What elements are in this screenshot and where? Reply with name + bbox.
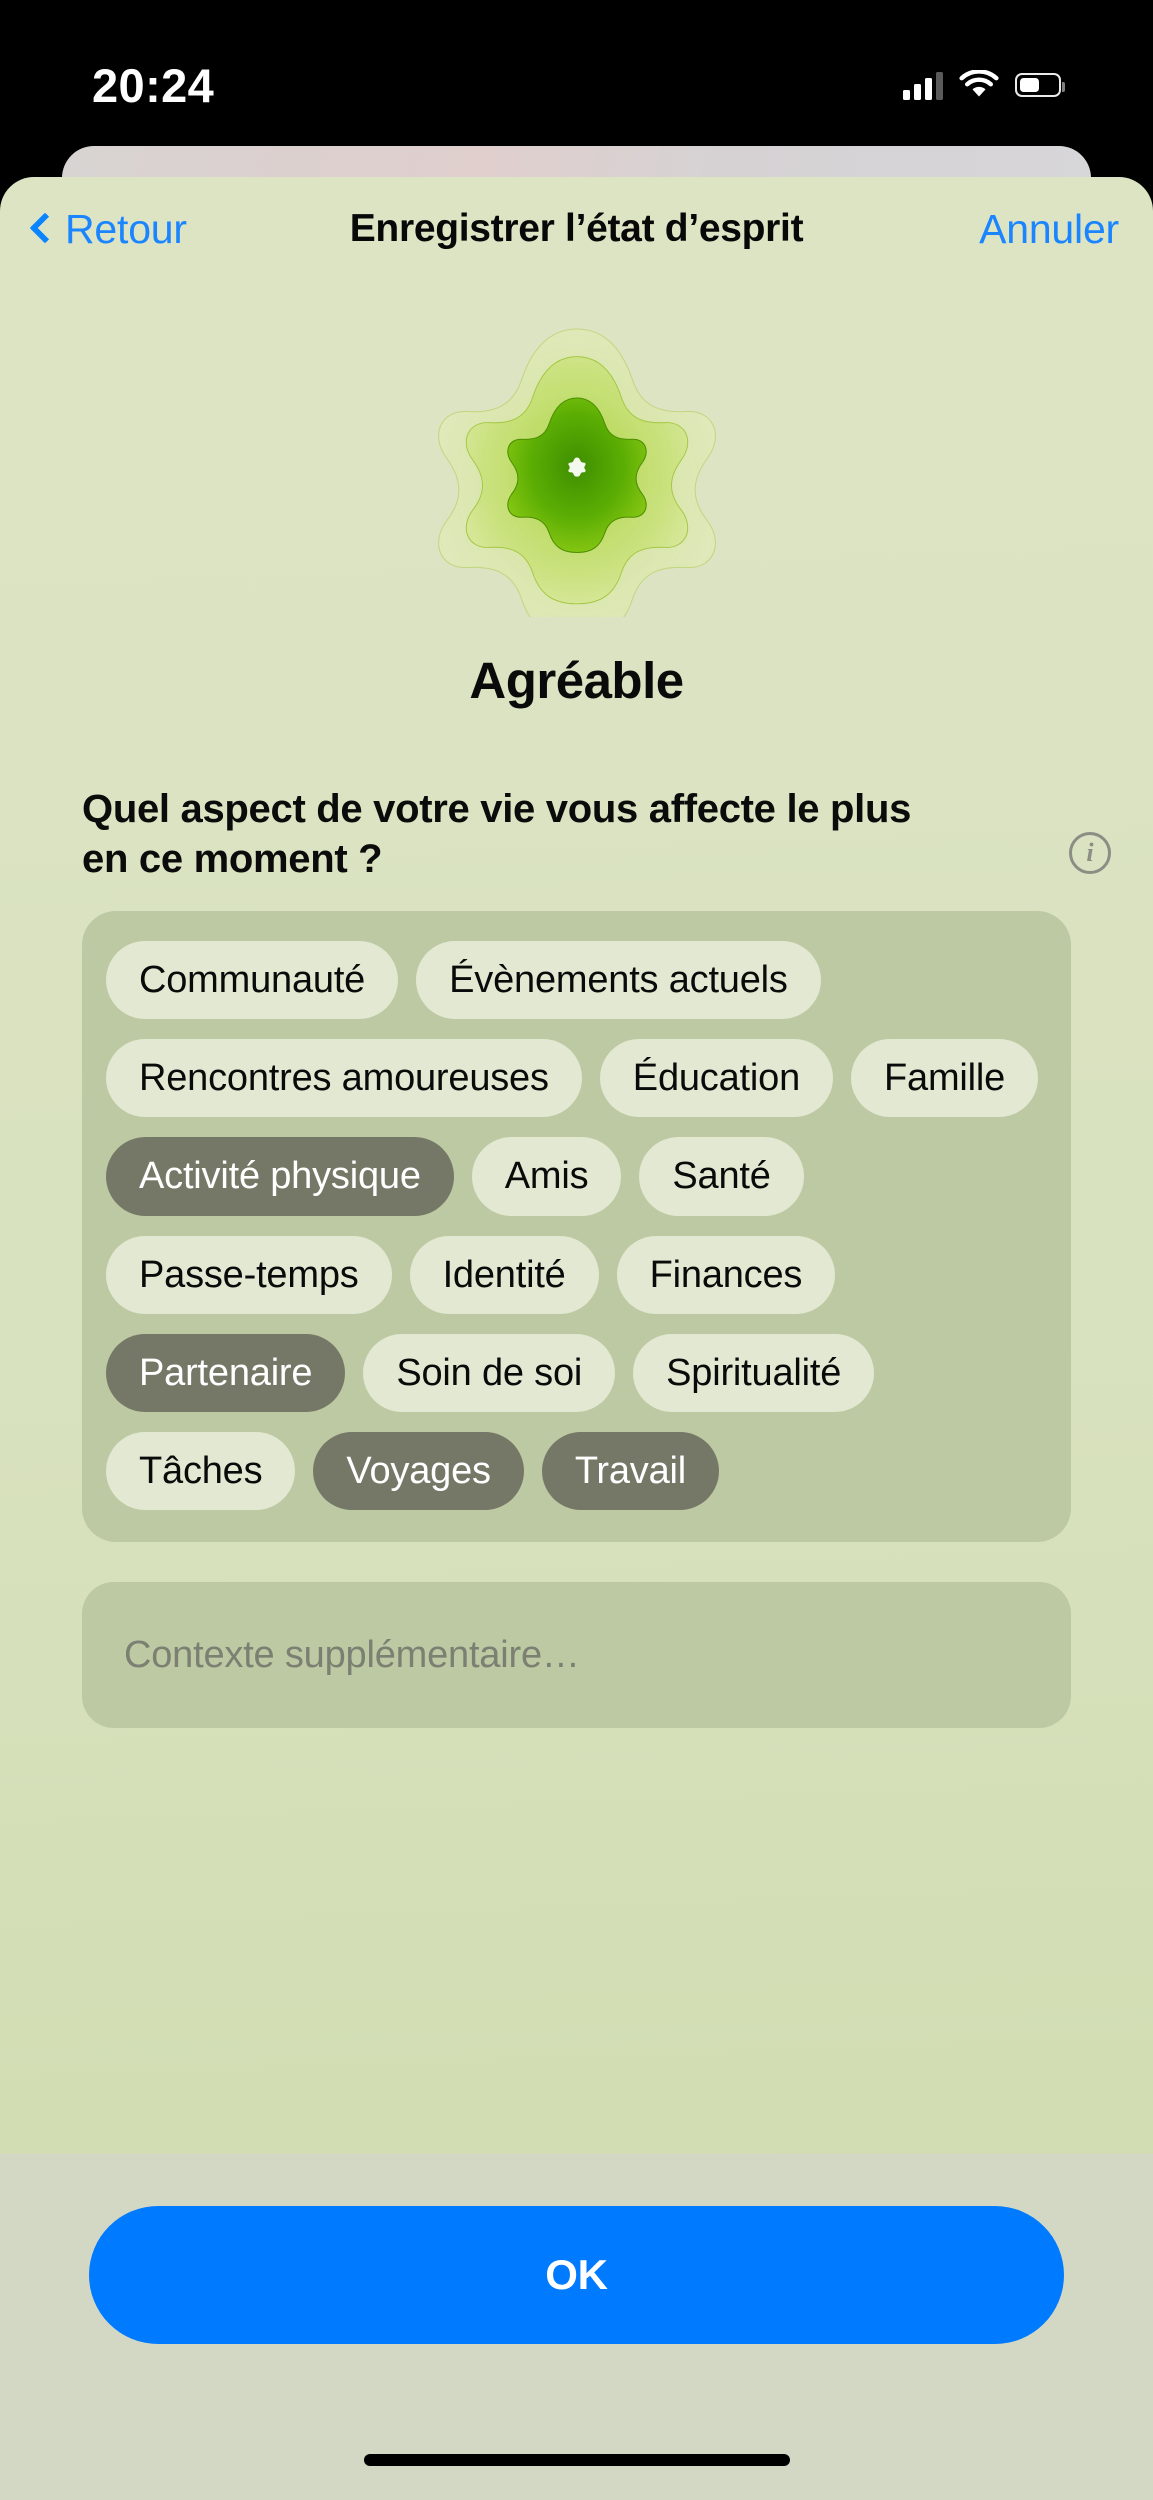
chip-travail[interactable]: Travail [541, 1432, 720, 1511]
back-button[interactable]: Retour [29, 205, 187, 253]
mood-log-sheet: Retour Enregistrer l’état d’esprit Annul… [0, 177, 1153, 2500]
chip-soin-de-soi[interactable]: Soin de soi [363, 1333, 616, 1413]
status-bar: 20:24 [0, 0, 1153, 150]
chip-activit-physique[interactable]: Activité physique [106, 1137, 454, 1216]
home-indicator[interactable] [363, 2454, 790, 2466]
chip-voyages[interactable]: Voyages [313, 1432, 524, 1511]
battery-icon [1015, 73, 1066, 97]
chip-rencontres-amoureuses[interactable]: Rencontres amoureuses [106, 1039, 582, 1118]
cancel-button[interactable]: Annuler [979, 206, 1119, 253]
navigation-bar: Retour Enregistrer l’état d’esprit Annul… [0, 177, 1153, 281]
chip-ducation[interactable]: Éducation [599, 1039, 834, 1118]
wifi-icon [959, 69, 999, 100]
info-circle-icon[interactable]: i [1069, 832, 1111, 874]
ok-button[interactable]: OK [89, 2206, 1064, 2344]
cellular-signal-icon [903, 70, 943, 100]
footer-bar: OK [0, 2154, 1153, 2500]
chevron-left-icon [29, 212, 61, 244]
chip-identit[interactable]: Identité [409, 1235, 599, 1314]
chip-finances[interactable]: Finances [616, 1235, 836, 1314]
chip-partenaire[interactable]: Partenaire [106, 1333, 346, 1413]
chip-t-ches[interactable]: Tâches [106, 1432, 296, 1511]
back-button-label: Retour [65, 205, 187, 252]
phone-screen: 20:24 Retour Enregistrer l’état d’esprit… [0, 0, 1153, 2500]
chip-amis[interactable]: Amis [471, 1137, 622, 1216]
mood-display: Agréable [0, 317, 1153, 710]
status-icons [903, 69, 1066, 100]
additional-context-placeholder: Contexte supplémentaire… [124, 1633, 580, 1676]
life-aspect-chip-group: Communauté Évènements actuels Rencontres a… [82, 910, 1071, 1543]
chip-sant[interactable]: Santé [639, 1137, 804, 1216]
chip-famille[interactable]: Famille [851, 1039, 1039, 1118]
additional-context-input[interactable]: Contexte supplémentaire… [82, 1582, 1071, 1729]
mood-label: Agréable [469, 652, 684, 709]
status-time: 20:24 [92, 58, 215, 112]
chip-passe-temps[interactable]: Passe-temps [106, 1235, 392, 1314]
chip-communaut[interactable]: Communauté [106, 940, 399, 1020]
chip-spiritualit[interactable]: Spiritualité [633, 1333, 875, 1413]
chip-v-nements-actuels[interactable]: Évènements actuels [416, 940, 821, 1020]
mood-flower-icon [437, 328, 716, 617]
question-row: Quel aspect de votre vie vous affecte le… [82, 784, 1111, 885]
question-text: Quel aspect de votre vie vous affecte le… [82, 787, 912, 882]
